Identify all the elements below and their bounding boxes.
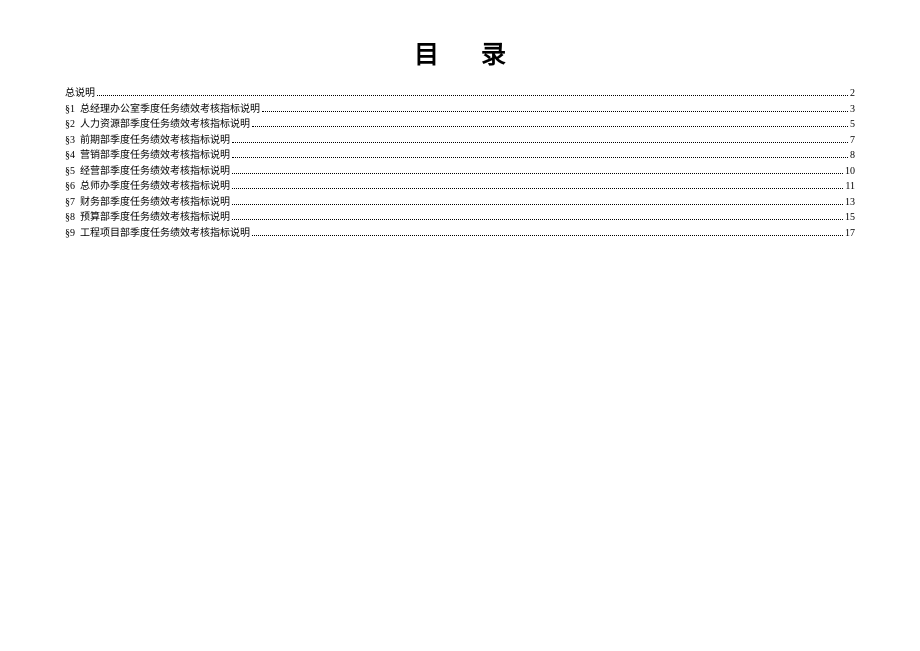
toc-page: 11 <box>845 179 855 194</box>
toc-entry: §1 总经理办公室季度任务绩效考核指标说明 3 <box>65 102 855 117</box>
toc-page: 7 <box>850 133 855 148</box>
toc-leader <box>232 182 843 189</box>
toc-page: 3 <box>850 102 855 117</box>
toc-leader <box>232 167 843 174</box>
toc-label: 总经理办公室季度任务绩效考核指标说明 <box>80 102 260 117</box>
toc-prefix: §1 <box>65 102 77 117</box>
toc-prefix: §3 <box>65 133 77 148</box>
toc-prefix: §8 <box>65 210 77 225</box>
toc-entry: §2 人力资源部季度任务绩效考核指标说明 5 <box>65 117 855 132</box>
toc-page: 13 <box>845 195 855 210</box>
toc-entry: §4 营销部季度任务绩效考核指标说明 8 <box>65 148 855 163</box>
toc-leader <box>232 151 848 158</box>
toc-label: 工程项目部季度任务绩效考核指标说明 <box>80 226 250 241</box>
toc-prefix: §2 <box>65 117 77 132</box>
toc-entry: §9 工程项目部季度任务绩效考核指标说明 17 <box>65 226 855 241</box>
toc-leader <box>232 136 848 143</box>
toc-entry: §3 前期部季度任务绩效考核指标说明 7 <box>65 133 855 148</box>
toc-label: 财务部季度任务绩效考核指标说明 <box>80 195 230 210</box>
toc-entry: 总说明 2 <box>65 86 855 101</box>
toc-page: 8 <box>850 148 855 163</box>
toc-leader <box>262 105 848 112</box>
toc-leader <box>252 229 843 236</box>
toc-page: 2 <box>850 86 855 101</box>
toc-prefix: §5 <box>65 164 77 179</box>
toc-label: 总师办季度任务绩效考核指标说明 <box>80 179 230 194</box>
toc-label: 经营部季度任务绩效考核指标说明 <box>80 164 230 179</box>
toc-entry: §6 总师办季度任务绩效考核指标说明 11 <box>65 179 855 194</box>
toc-page: 17 <box>845 226 855 241</box>
toc-label: 人力资源部季度任务绩效考核指标说明 <box>80 117 250 132</box>
toc-leader <box>232 213 843 220</box>
toc-entry: §8 预算部季度任务绩效考核指标说明 15 <box>65 210 855 225</box>
toc-prefix: §4 <box>65 148 77 163</box>
toc-label: 总说明 <box>65 86 95 101</box>
toc-prefix: §7 <box>65 195 77 210</box>
toc-entry: §5 经营部季度任务绩效考核指标说明 10 <box>65 164 855 179</box>
toc-entry: §7 财务部季度任务绩效考核指标说明 13 <box>65 195 855 210</box>
page-title: 目录 <box>65 35 855 71</box>
toc-prefix: §9 <box>65 226 77 241</box>
toc-prefix: §6 <box>65 179 77 194</box>
toc-leader <box>252 120 848 127</box>
toc-page: 5 <box>850 117 855 132</box>
toc-label: 营销部季度任务绩效考核指标说明 <box>80 148 230 163</box>
toc-leader <box>97 89 848 96</box>
table-of-contents: 总说明 2 §1 总经理办公室季度任务绩效考核指标说明 3 §2 人力资源部季度… <box>65 86 855 241</box>
toc-leader <box>232 198 843 205</box>
toc-label: 预算部季度任务绩效考核指标说明 <box>80 210 230 225</box>
toc-label: 前期部季度任务绩效考核指标说明 <box>80 133 230 148</box>
toc-page: 15 <box>845 210 855 225</box>
toc-page: 10 <box>845 164 855 179</box>
